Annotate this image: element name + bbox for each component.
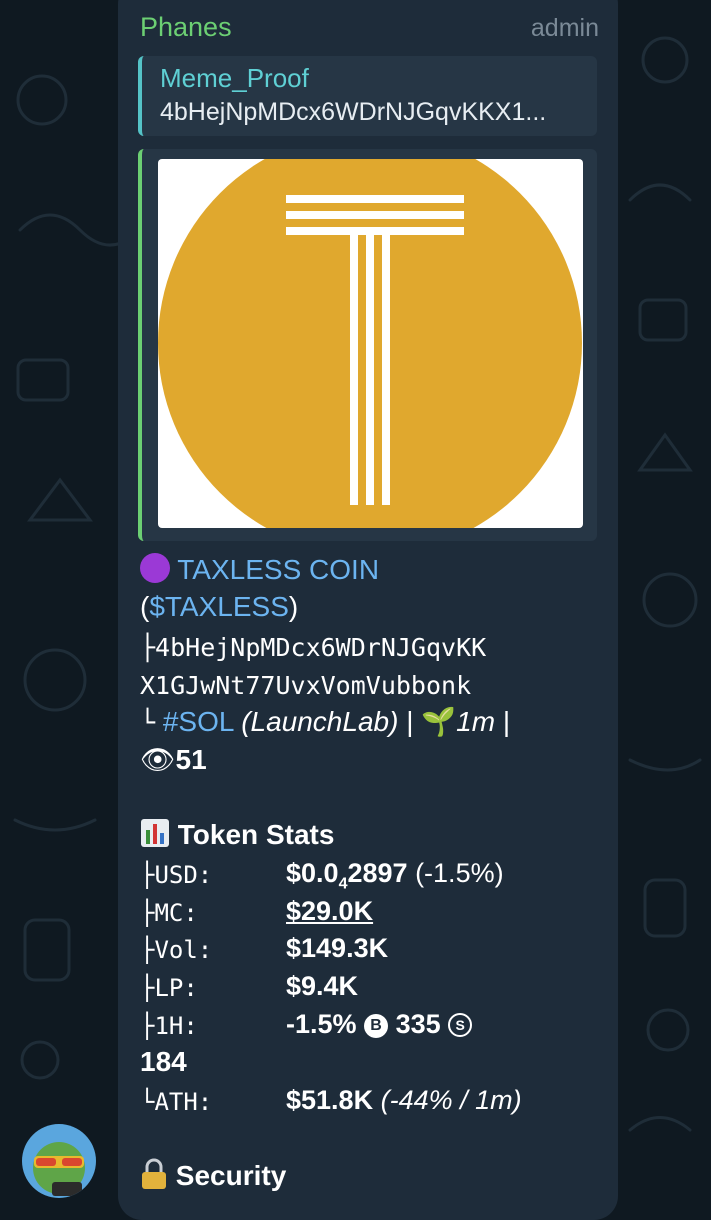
stat-vol-value: $149.3K — [286, 933, 389, 963]
token-age: 1m — [456, 706, 496, 737]
buys-icon: B — [364, 1014, 389, 1038]
platform-label: (LaunchLab) — [241, 706, 399, 737]
chain-hashtag[interactable]: #SOL — [163, 706, 234, 737]
admin-badge: admin — [530, 14, 599, 42]
h1-change: -1.5% — [286, 1009, 357, 1039]
stat-ath-label: └ATH: — [140, 1088, 213, 1116]
stat-mc-label: ├MC: — [140, 899, 198, 927]
stat-usd-value: $0.042897 (-1.5%) — [286, 858, 504, 893]
stat-lp-value: $9.4K — [286, 971, 359, 1001]
stat-vol-label: ├Vol: — [140, 936, 213, 964]
reply-author: Meme_Proof — [160, 63, 309, 93]
stat-1h-value: -1.5% B 335 S — [286, 1009, 473, 1040]
purple-circle-icon — [140, 553, 170, 583]
ticker-open: ( — [140, 591, 150, 622]
seedling-icon: 🌱 — [421, 706, 457, 737]
stat-lp-label: ├LP: — [140, 974, 198, 1002]
security-heading: Security — [140, 1158, 286, 1192]
token-ticker-line: ($TAXLESS) — [140, 591, 298, 623]
stat-ath-value: $51.8K (-44% / 1m) — [286, 1085, 522, 1116]
tree-end: └ — [140, 708, 156, 737]
sells-icon: S — [448, 1013, 473, 1037]
eye-icon: 👁 — [140, 744, 176, 775]
buys-count: 335 — [395, 1009, 441, 1039]
lock-icon — [142, 1158, 166, 1189]
token-title-line: TAXLESS COIN — [140, 553, 379, 586]
sells-count: 184 — [140, 1046, 187, 1077]
views-count: 51 — [175, 744, 207, 775]
sender-avatar[interactable] — [22, 1124, 96, 1198]
token-name[interactable]: TAXLESS COIN — [177, 554, 379, 585]
ath-value: $51.8K — [286, 1085, 374, 1115]
link-preview[interactable] — [138, 149, 597, 541]
usd-value-prefix: $0.0 — [286, 858, 339, 888]
bar-chart-icon — [141, 819, 169, 847]
separator: | — [502, 706, 511, 737]
token-meta-line: └ #SOL (LaunchLab) | 🌱1m | — [140, 705, 510, 738]
stats-heading: Token Stats — [140, 818, 334, 851]
security-title: Security — [175, 1160, 287, 1191]
ath-note: (-44% / 1m) — [380, 1085, 522, 1115]
token-ticker-link[interactable]: $TAXLESS — [149, 591, 289, 622]
frog-avatar-icon — [33, 1142, 85, 1196]
usd-value-suffix: 2897 — [347, 858, 408, 888]
stats-title: Token Stats — [177, 819, 335, 850]
reply-preview[interactable]: Meme_Proof 4bHejNpMDcx6WDrNJGqvKKX1... — [138, 56, 597, 136]
stat-mc-value[interactable]: $29.0K — [286, 896, 373, 927]
sender-name[interactable]: Phanes — [140, 12, 232, 43]
token-logo-icon — [158, 159, 582, 528]
views-line: 👁51 — [140, 743, 207, 776]
stat-usd-label: ├USD: — [140, 861, 213, 889]
stat-1h-label: ├1H: — [140, 1012, 198, 1040]
token-logo-image[interactable] — [158, 159, 583, 528]
reply-text: 4bHejNpMDcx6WDrNJGqvKKX1... — [160, 98, 547, 126]
separator: | — [406, 706, 414, 737]
token-address-line2[interactable]: X1GJwNt77UvxVomVubbonk — [140, 671, 471, 700]
ticker-close: ) — [288, 591, 299, 622]
token-address-line1[interactable]: ├4bHejNpMDcx6WDrNJGqvKK — [140, 633, 486, 662]
usd-change: (-1.5%) — [415, 858, 504, 888]
